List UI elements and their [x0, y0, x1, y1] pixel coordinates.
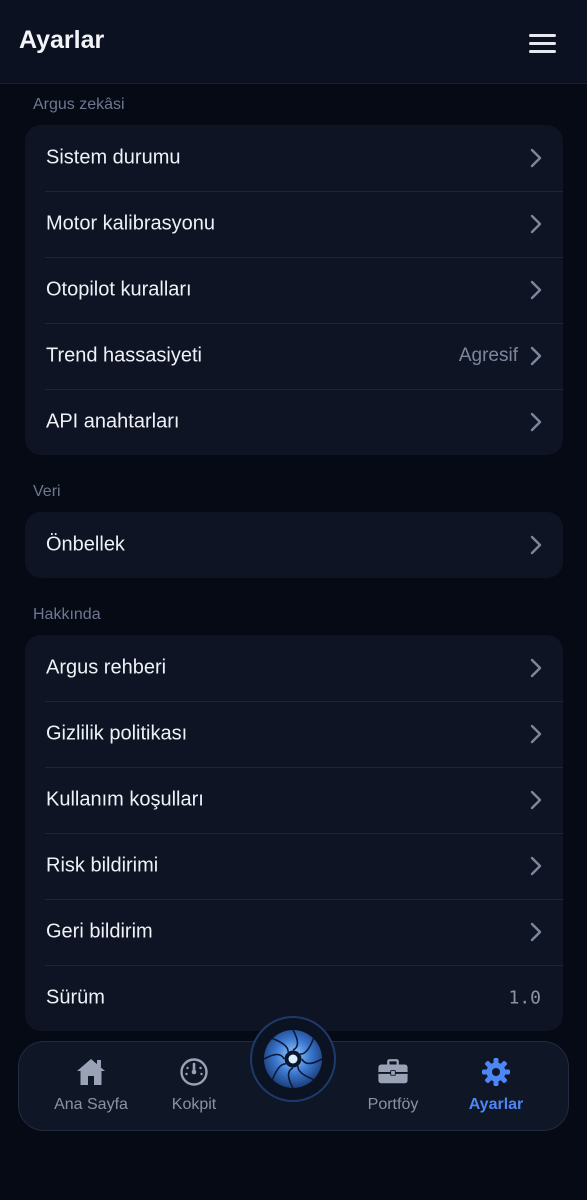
chevron-right-icon	[530, 346, 542, 366]
chevron-right-icon	[530, 724, 542, 744]
chevron-right-icon	[530, 214, 542, 234]
tab-settings[interactable]: Ayarlar	[441, 1056, 551, 1120]
settings-row-cache[interactable]: Önbellek	[25, 512, 563, 578]
chevron-right-icon	[530, 922, 542, 942]
tab-label: Portföy	[367, 1096, 419, 1113]
row-label: Risk bildirimi	[46, 854, 159, 877]
briefcase-icon	[377, 1056, 409, 1088]
row-label: Sistem durumu	[46, 146, 181, 169]
row-label: Trend hassasiyeti	[46, 344, 202, 367]
chevron-right-icon	[530, 280, 542, 300]
row-label: Motor kalibrasyonu	[46, 212, 215, 235]
tab-label: Ayarlar	[468, 1096, 524, 1113]
row-label: Sürüm	[46, 986, 105, 1009]
row-value: Agresif	[458, 345, 518, 366]
settings-row-terms-of-use[interactable]: Kullanım koşulları	[25, 767, 563, 833]
row-label: Kullanım koşulları	[46, 788, 204, 811]
row-label: Geri bildirim	[46, 920, 153, 943]
house-icon	[75, 1056, 107, 1088]
section-label-about: Hakkında	[33, 606, 101, 623]
page-title: Ayarlar	[19, 26, 105, 54]
row-label: API anahtarları	[46, 410, 180, 433]
row-label: Gizlilik politikası	[46, 722, 188, 745]
menu-icon-line	[528, 41, 556, 45]
tab-cockpit[interactable]: Kokpit	[139, 1056, 249, 1120]
tab-portfolio[interactable]: Portföy	[338, 1056, 448, 1120]
chevron-right-icon	[530, 412, 542, 432]
settings-row-trend-sensitivity[interactable]: Trend hassasiyeti Agresif	[25, 323, 563, 389]
chevron-right-icon	[530, 658, 542, 678]
camera-aperture-icon	[263, 1029, 323, 1089]
center-action-button[interactable]	[250, 1016, 336, 1102]
chevron-right-icon	[530, 535, 542, 555]
menu-icon-line	[528, 49, 556, 53]
row-label: Argus rehberi	[46, 656, 167, 679]
settings-card-argus: Sistem durumu Motor kalibrasyonu Otopilo…	[25, 125, 563, 455]
settings-row-motor-calibration[interactable]: Motor kalibrasyonu	[25, 191, 563, 257]
version-value: 1.0	[508, 987, 541, 1009]
row-label: Önbellek	[46, 533, 125, 556]
chevron-right-icon	[530, 856, 542, 876]
settings-card-data: Önbellek	[25, 512, 563, 578]
settings-row-risk-disclosure[interactable]: Risk bildirimi	[25, 833, 563, 899]
chevron-right-icon	[530, 148, 542, 168]
settings-card-about: Argus rehberi Gizlilik politikası Kullan…	[25, 635, 563, 1031]
tab-home[interactable]: Ana Sayfa	[36, 1056, 146, 1120]
settings-row-argus-guide[interactable]: Argus rehberi	[25, 635, 563, 701]
tab-label: Ana Sayfa	[54, 1096, 128, 1113]
tab-label: Kokpit	[171, 1096, 217, 1113]
settings-row-autopilot-rules[interactable]: Otopilot kuralları	[25, 257, 563, 323]
chevron-right-icon	[530, 790, 542, 810]
menu-icon-line	[528, 33, 556, 37]
settings-row-privacy-policy[interactable]: Gizlilik politikası	[25, 701, 563, 767]
section-label-argus: Argus zekâsi	[33, 96, 125, 113]
gear-icon	[480, 1056, 512, 1088]
gauge-icon	[178, 1056, 210, 1088]
settings-row-api-keys[interactable]: API anahtarları	[25, 389, 563, 455]
row-label: Otopilot kuralları	[46, 278, 192, 301]
menu-button[interactable]	[523, 28, 561, 58]
settings-row-system-status[interactable]: Sistem durumu	[25, 125, 563, 191]
settings-row-feedback[interactable]: Geri bildirim	[25, 899, 563, 965]
section-label-data: Veri	[33, 483, 61, 500]
top-bar: Ayarlar	[0, 0, 587, 84]
